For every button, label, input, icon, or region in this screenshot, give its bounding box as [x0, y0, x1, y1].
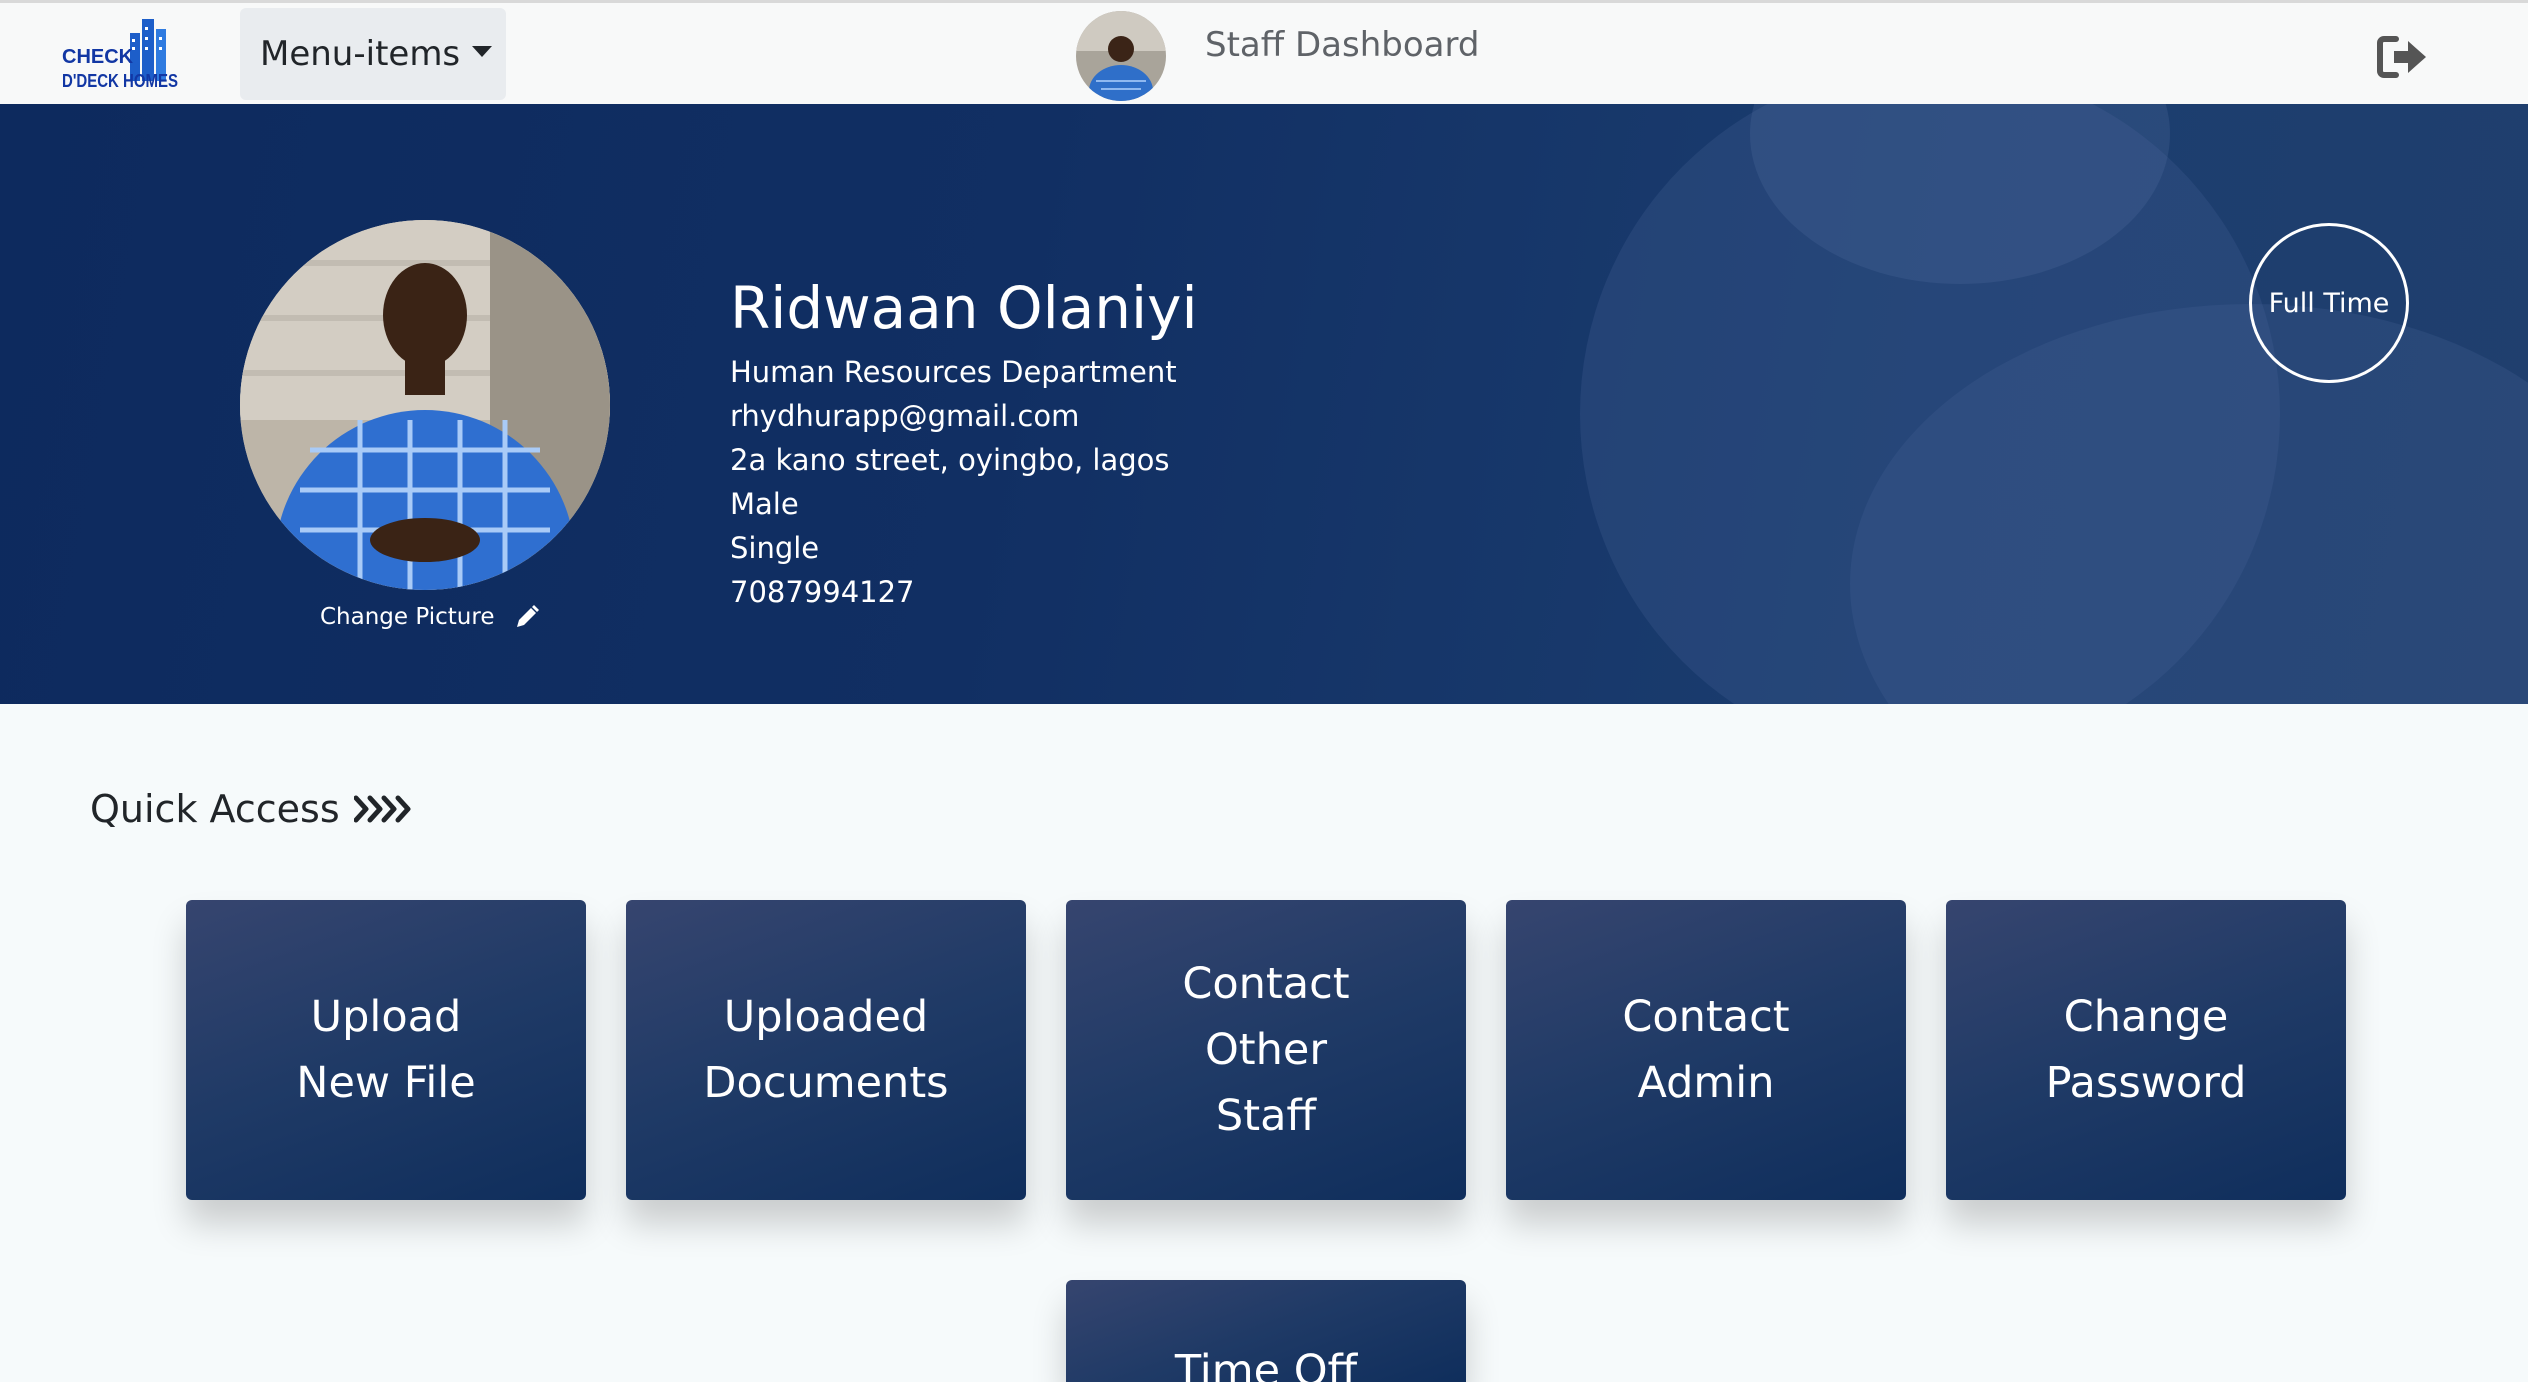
card-label-line: Staff [1215, 1091, 1317, 1141]
top-navbar: CHECK D'DECK HOMES Menu-items Staff Dash… [0, 0, 2528, 104]
card-label-line: New File [296, 1058, 476, 1108]
quick-access-title: Quick Access [90, 787, 340, 831]
card-label-line: Upload [310, 992, 462, 1042]
employee-details: Human Resources Department rhydhurapp@gm… [730, 350, 1177, 614]
menu-items-label: Menu-items [260, 34, 461, 74]
nav-avatar[interactable] [1076, 11, 1166, 101]
change-picture-label: Change Picture [320, 604, 495, 630]
change-password-card[interactable]: Change Password [1946, 900, 2346, 1200]
card-label-line: Contact [1622, 992, 1790, 1042]
profile-banner: Change Picture Ridwaan Olaniyi Human Res… [0, 104, 2528, 704]
card-label-line: Change [2063, 992, 2229, 1042]
card-label-line: Time Off [1174, 1346, 1358, 1382]
angle-double-right-icon [353, 795, 411, 823]
employee-department: Human Resources Department [730, 355, 1177, 389]
card-label-line: Documents [703, 1058, 949, 1108]
upload-new-file-card[interactable]: Upload New File [186, 900, 586, 1200]
pencil-icon [517, 605, 540, 627]
contact-admin-card[interactable]: Contact Admin [1506, 900, 1906, 1200]
menu-items-dropdown[interactable]: Menu-items [240, 8, 506, 100]
employee-gender: Male [730, 487, 799, 521]
uploaded-documents-card[interactable]: Uploaded Documents [626, 900, 1026, 1200]
quick-access-heading: Quick Access [90, 787, 418, 831]
employment-type-badge: Full Time [2249, 223, 2409, 383]
caret-down-icon [472, 45, 493, 57]
logo-text-bottom: D'DECK HOMES [62, 71, 178, 91]
company-logo[interactable]: CHECK D'DECK HOMES [60, 15, 180, 95]
employee-marital-status: Single [730, 531, 820, 565]
page-title: Staff Dashboard [1205, 25, 1480, 65]
sign-out-icon[interactable] [2376, 33, 2430, 81]
profile-photo [240, 220, 610, 590]
employee-name: Ridwaan Olaniyi [730, 274, 1198, 342]
card-label-line: Other [1204, 1025, 1328, 1075]
contact-other-staff-card[interactable]: Contact Other Staff [1066, 900, 1466, 1200]
card-label-line: Admin [1637, 1058, 1775, 1108]
logo-text-top: CHECK [62, 46, 134, 68]
card-label-line: Uploaded [723, 992, 929, 1042]
card-label-line: Contact [1182, 959, 1350, 1009]
employee-email: rhydhurapp@gmail.com [730, 399, 1080, 433]
time-off-card[interactable]: Time Off [1066, 1280, 1466, 1382]
change-picture-link[interactable]: Change Picture [320, 604, 540, 630]
card-label-line: Password [2045, 1058, 2247, 1108]
employee-phone: 7087994127 [730, 575, 915, 609]
employee-address: 2a kano street, oyingbo, lagos [730, 443, 1170, 477]
